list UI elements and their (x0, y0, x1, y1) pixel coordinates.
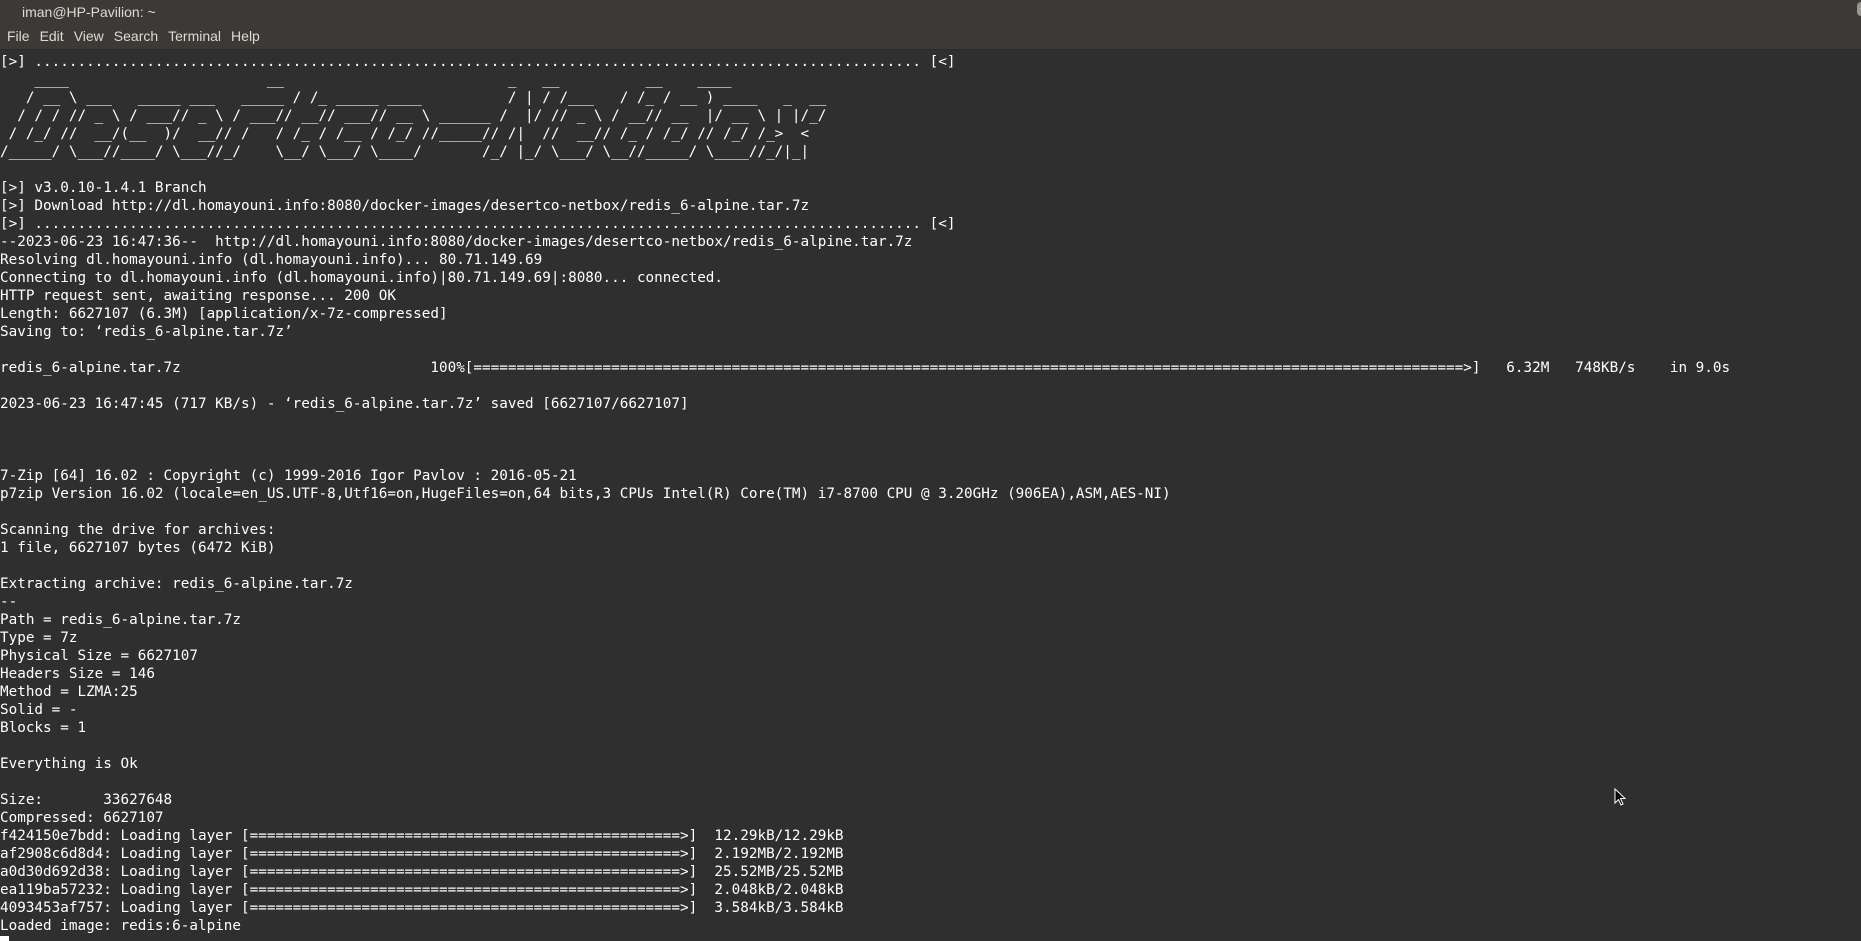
terminal-line: / __ \ ___ _____ ___ _____ / /_ _____ __… (0, 90, 827, 106)
terminal-line: ____ __ _ __ __ ____ (0, 72, 732, 88)
terminal-line: Extracting archive: redis_6-alpine.tar.7… (0, 576, 353, 592)
terminal-line: af2908c6d8d4: Loading layer [===========… (0, 846, 844, 862)
terminal-lines: [>] ....................................… (0, 53, 1861, 935)
menu-file[interactable]: File (2, 28, 35, 44)
menu-help[interactable]: Help (226, 28, 265, 44)
terminal-line: Length: 6627107 (6.3M) [application/x-7z… (0, 306, 448, 322)
terminal-output[interactable]: [>] ....................................… (0, 53, 1861, 941)
terminal-line: 7-Zip [64] 16.02 : Copyright (c) 1999-20… (0, 468, 577, 484)
menu-search[interactable]: Search (109, 28, 163, 44)
terminal-line: Everything is Ok (0, 756, 138, 772)
terminal-line: -- (0, 594, 18, 610)
terminal-line: Connecting to dl.homayouni.info (dl.homa… (0, 270, 724, 286)
terminal-line: / / / // _ \ / ___// _ \ / ___// __// __… (0, 108, 827, 124)
terminal-line: 4093453af757: Loading layer [===========… (0, 900, 844, 916)
terminal-line: Scanning the drive for archives: (0, 522, 276, 538)
text-cursor (0, 936, 9, 941)
terminal-line: Saving to: ‘redis_6-alpine.tar.7z’ (0, 324, 293, 340)
terminal-line: ea119ba57232: Loading layer [===========… (0, 882, 844, 898)
menu-view[interactable]: View (69, 28, 109, 44)
menu-terminal[interactable]: Terminal (163, 28, 226, 44)
terminal-line: /_____/ \___//____/ \___//_/ \__/ \___/ … (0, 144, 810, 160)
prompt-line (0, 935, 1861, 941)
terminal-line: Resolving dl.homayouni.info (dl.homayoun… (0, 252, 543, 268)
terminal-line: [>] ....................................… (0, 54, 956, 70)
terminal-line: p7zip Version 16.02 (locale=en_US.UTF-8,… (0, 486, 1171, 502)
terminal-line: redis_6-alpine.tar.7z 100%[=============… (0, 360, 1731, 376)
menu-edit[interactable]: Edit (35, 28, 69, 44)
title-bar[interactable]: iman@HP-Pavilion: ~ (0, 0, 1861, 23)
terminal-line: Type = 7z (0, 630, 78, 646)
terminal-line: Loaded image: redis:6-alpine (0, 918, 242, 934)
terminal-line: Path = redis_6-alpine.tar.7z (0, 612, 242, 628)
terminal-line: Compressed: 6627107 (0, 810, 164, 826)
terminal-line: Size: 33627648 (0, 792, 173, 808)
terminal-line: [>] ....................................… (0, 216, 956, 232)
terminal-line: / /_/ // __/(__ )/ __// / / /_ / /__ / /… (0, 126, 810, 142)
terminal-window: iman@HP-Pavilion: ~ File Edit View Searc… (0, 0, 1861, 941)
terminal-line: 2023-06-23 16:47:45 (717 KB/s) - ‘redis_… (0, 396, 689, 412)
terminal-line: Method = LZMA:25 (0, 684, 138, 700)
terminal-line: f424150e7bdd: Loading layer [===========… (0, 828, 844, 844)
terminal-line: Solid = - (0, 702, 78, 718)
terminal-line: Blocks = 1 (0, 720, 87, 736)
mouse-pointer-icon (1614, 788, 1626, 806)
terminal-line: HTTP request sent, awaiting response... … (0, 288, 396, 304)
terminal-line: --2023-06-23 16:47:36-- http://dl.homayo… (0, 234, 913, 250)
window-control-edge[interactable] (1857, 2, 1861, 16)
menu-bar: File Edit View Search Terminal Help (0, 23, 1861, 50)
terminal-line: Headers Size = 146 (0, 666, 155, 682)
terminal-line: 1 file, 6627107 bytes (6472 KiB) (0, 540, 276, 556)
terminal-line: Physical Size = 6627107 (0, 648, 198, 664)
terminal-line: [>] Download http://dl.homayouni.info:80… (0, 198, 810, 214)
terminal-line: [>] v3.0.10-1.4.1 Branch (0, 180, 207, 196)
terminal-line: a0d30d692d38: Loading layer [===========… (0, 864, 844, 880)
window-title: iman@HP-Pavilion: ~ (22, 3, 156, 20)
